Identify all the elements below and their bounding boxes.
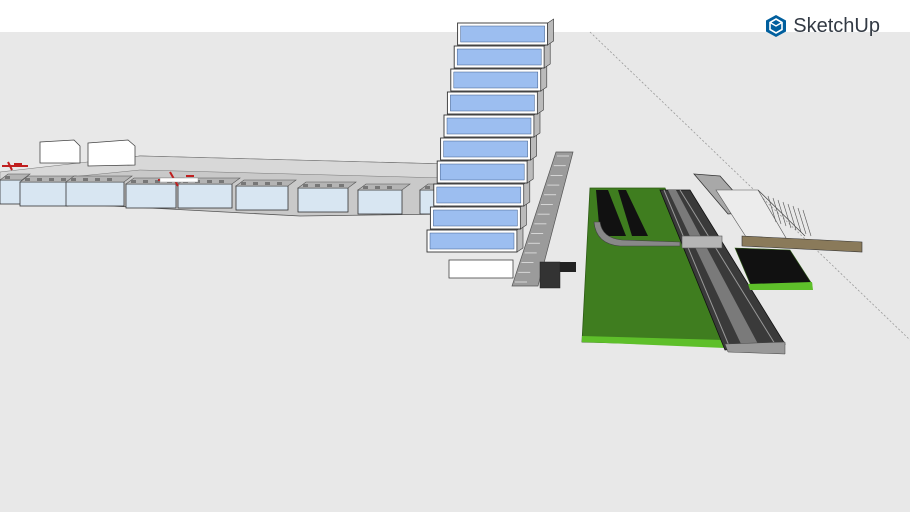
tower-floor <box>433 179 531 207</box>
tower-floor <box>446 87 544 115</box>
gate-building <box>357 183 411 215</box>
gate-building <box>177 177 241 209</box>
canopy-strut <box>802 209 812 237</box>
gate-building <box>235 179 297 211</box>
canopy-strut <box>782 201 792 229</box>
brand-name: SketchUp <box>793 14 880 37</box>
airport-terminal[interactable] <box>0 139 451 217</box>
3d-viewport[interactable]: SketchUp <box>0 0 910 512</box>
terminal-block <box>39 139 81 164</box>
canopy-strut <box>777 199 787 227</box>
tower-floor <box>429 202 527 230</box>
sketchup-logo-icon <box>766 15 787 37</box>
tower-floor <box>426 225 524 253</box>
terminal-block <box>87 139 136 167</box>
station-ballast <box>724 341 786 355</box>
sketchup-brand[interactable]: SketchUp <box>765 14 880 38</box>
tower-floor <box>440 133 537 161</box>
tower-floor <box>450 64 548 92</box>
gate-building <box>297 181 357 213</box>
tower-base <box>448 259 514 279</box>
station-building <box>715 189 787 241</box>
tower-floor <box>436 156 534 184</box>
tower-floor <box>443 110 541 138</box>
railway-station[interactable] <box>581 173 863 355</box>
scene-model[interactable] <box>0 0 910 512</box>
gate-building <box>65 175 133 207</box>
crossover-bridge <box>681 235 723 249</box>
tower-floor <box>453 41 551 69</box>
tower-floor <box>457 18 554 46</box>
